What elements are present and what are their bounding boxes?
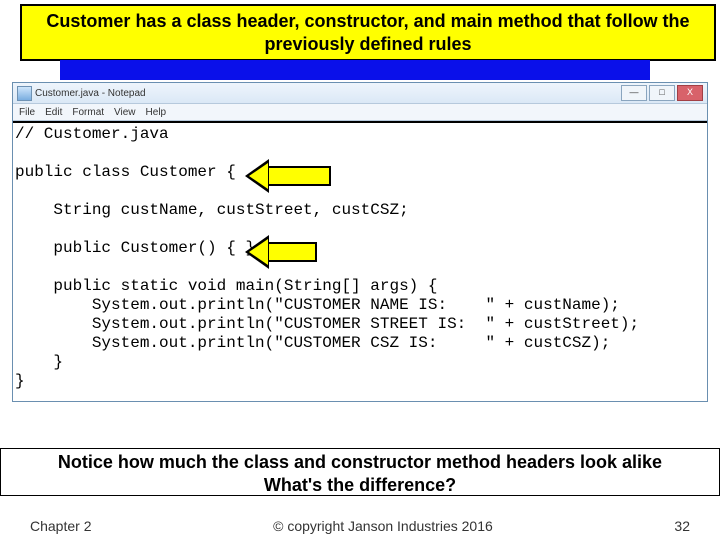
blue-accent-bar bbox=[60, 60, 650, 80]
menu-view[interactable]: View bbox=[114, 107, 136, 118]
title-text: Customer has a class header, constructor… bbox=[46, 11, 689, 54]
footer-center: © copyright Janson Industries 2016 bbox=[273, 518, 493, 534]
notepad-window: Customer.java - Notepad — □ X File Edit … bbox=[12, 82, 708, 402]
arrow-constructor-header bbox=[267, 242, 317, 262]
menu-edit[interactable]: Edit bbox=[45, 107, 62, 118]
notepad-body[interactable]: // Customer.java public class Customer {… bbox=[13, 121, 707, 401]
menu-format[interactable]: Format bbox=[72, 107, 104, 118]
footer-left: Chapter 2 bbox=[30, 518, 91, 534]
notepad-menubar: File Edit Format View Help bbox=[13, 104, 707, 121]
maximize-button[interactable]: □ bbox=[649, 85, 675, 101]
bottom-line1: Notice how much the class and constructo… bbox=[1, 451, 719, 474]
bottom-callout: Notice how much the class and constructo… bbox=[0, 448, 720, 496]
source-code: // Customer.java public class Customer {… bbox=[15, 125, 639, 391]
notepad-title: Customer.java - Notepad bbox=[13, 88, 146, 99]
window-controls: — □ X bbox=[621, 85, 703, 101]
menu-file[interactable]: File bbox=[19, 107, 35, 118]
arrow-tail bbox=[267, 166, 331, 186]
minimize-button[interactable]: — bbox=[621, 85, 647, 101]
menu-help[interactable]: Help bbox=[146, 107, 167, 118]
slide-footer: Chapter 2 © copyright Janson Industries … bbox=[0, 518, 720, 534]
arrow-left-icon bbox=[245, 235, 269, 269]
notepad-titlebar[interactable]: Customer.java - Notepad — □ X bbox=[13, 83, 707, 104]
arrow-class-header bbox=[267, 166, 331, 186]
close-button[interactable]: X bbox=[677, 85, 703, 101]
footer-right: 32 bbox=[674, 518, 690, 534]
arrow-tail bbox=[267, 242, 317, 262]
arrow-left-icon bbox=[245, 159, 269, 193]
bottom-line2: What's the difference? bbox=[1, 474, 719, 497]
notepad-icon bbox=[17, 86, 32, 101]
title-banner: Customer has a class header, constructor… bbox=[20, 4, 716, 61]
